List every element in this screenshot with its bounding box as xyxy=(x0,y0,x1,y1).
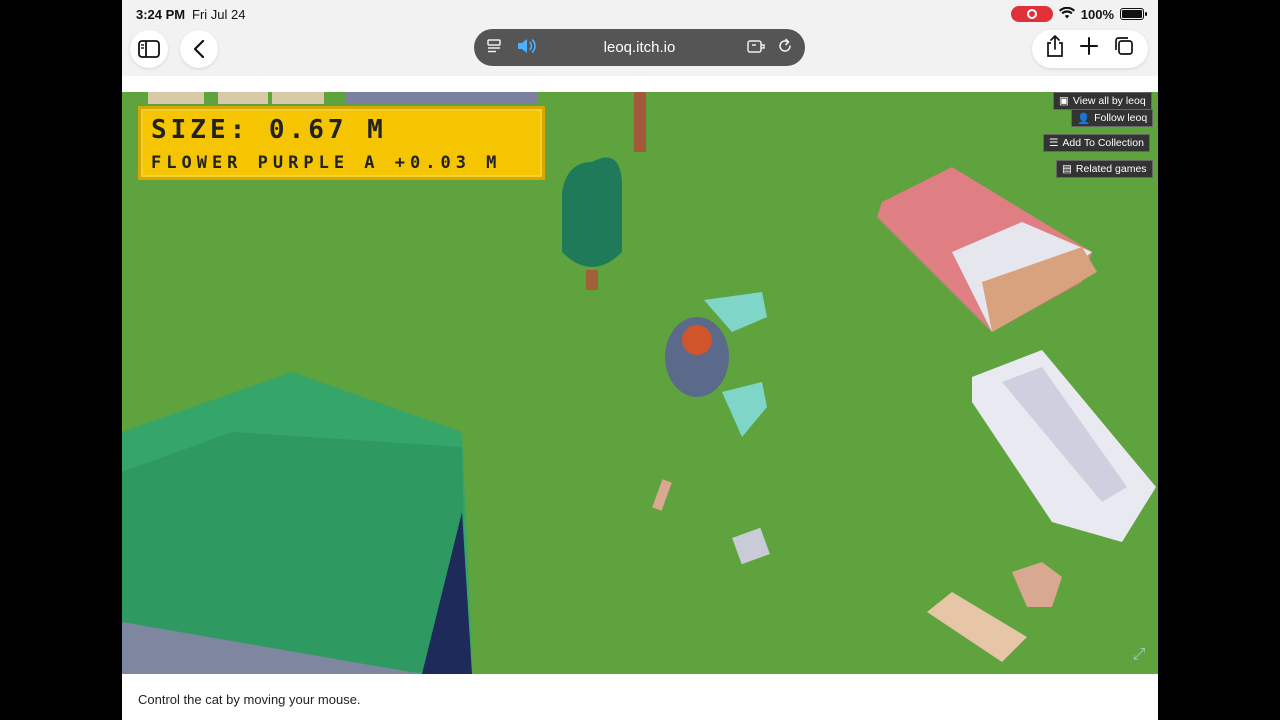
hud-size-text: SIZE: 0.67 M xyxy=(151,115,387,145)
wifi-icon xyxy=(1058,6,1075,22)
battery-percent: 100% xyxy=(1080,6,1114,22)
related-label: Related games xyxy=(1075,163,1147,175)
fullscreen-icon[interactable]: ⤢ xyxy=(1128,644,1150,666)
hud-item-text: FLOWER PURPLE A +0.03 M xyxy=(151,153,502,173)
right-toolbar-group xyxy=(1032,30,1148,68)
gamepad-icon: ▣ xyxy=(1059,95,1069,107)
game-instructions: Control the cat by moving your mouse. xyxy=(138,692,361,707)
wooden-post xyxy=(634,92,646,152)
related-games-button[interactable]: ▤ Related games xyxy=(1056,160,1153,178)
sidebar-toggle-button[interactable] xyxy=(130,30,168,68)
flower-leaf-2 xyxy=(722,382,767,437)
game-canvas[interactable]: SIZE: 0.67 M FLOWER PURPLE A +0.03 M ▣ V… xyxy=(122,92,1158,674)
battery-icon xyxy=(1120,8,1147,20)
view-all-button[interactable]: ▣ View all by leoq xyxy=(1053,92,1152,110)
size-hud: SIZE: 0.67 M FLOWER PURPLE A +0.03 M xyxy=(138,106,545,180)
status-right: 100% xyxy=(1010,6,1147,22)
block-top-4 xyxy=(346,92,538,104)
toaster xyxy=(732,527,770,565)
reload-icon[interactable] xyxy=(777,38,793,58)
user-plus-icon: 👤 xyxy=(1077,112,1091,125)
map-icon: ▤ xyxy=(1062,163,1072,175)
follow-button[interactable]: 👤 Follow leoq xyxy=(1071,109,1154,127)
status-date: Fri Jul 24 xyxy=(192,7,246,22)
lamp-shade xyxy=(1012,562,1062,607)
tree-top xyxy=(562,157,622,267)
add-to-collection-button[interactable]: ☰ Add To Collection xyxy=(1043,134,1150,152)
new-tab-icon[interactable] xyxy=(1080,37,1098,61)
table-top xyxy=(927,592,1027,662)
chevron-left-icon xyxy=(193,40,205,58)
address-bar[interactable]: leoq.itch.io xyxy=(474,29,805,66)
small-stick xyxy=(652,479,672,511)
view-all-label: View all by leoq xyxy=(1072,95,1146,107)
page-top-strip xyxy=(122,76,1158,92)
block-top-3 xyxy=(272,92,324,104)
extension-icon[interactable] xyxy=(747,38,765,58)
browser-toolbar: leoq.itch.io xyxy=(122,28,1158,76)
cat-head xyxy=(682,325,712,355)
follow-label: Follow leoq xyxy=(1094,112,1148,124)
screen-record-icon[interactable] xyxy=(1010,6,1053,22)
tabs-overview-icon[interactable] xyxy=(1114,36,1134,62)
ipad-screen: 3:24 PM Fri Jul 24 100% leoq.itch.io SIZ… xyxy=(122,0,1158,720)
block-top-2 xyxy=(218,92,268,104)
add-collection-label: Add To Collection xyxy=(1062,137,1144,149)
back-button[interactable] xyxy=(180,30,218,68)
share-icon[interactable] xyxy=(1046,35,1064,63)
status-time: 3:24 PM xyxy=(136,7,186,22)
playlist-add-icon: ☰ xyxy=(1049,137,1059,149)
block-top-1 xyxy=(148,92,204,104)
status-bar: 3:24 PM Fri Jul 24 100% xyxy=(122,0,1158,28)
sidebar-icon xyxy=(138,40,160,58)
tree-trunk xyxy=(586,270,598,290)
